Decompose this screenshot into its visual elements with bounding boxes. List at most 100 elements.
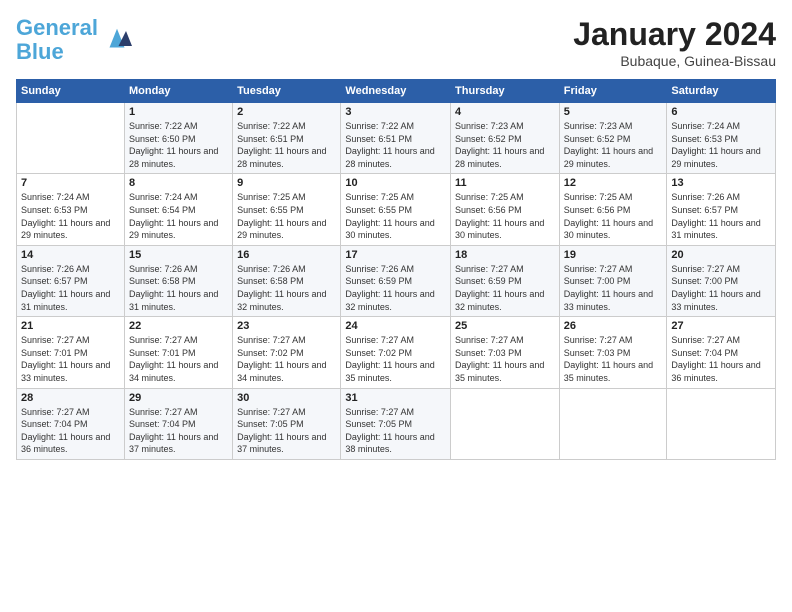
calendar-cell: 28Sunrise: 7:27 AMSunset: 7:04 PMDayligh… <box>17 388 125 459</box>
calendar-cell: 14 Sunrise: 7:26 AMSunset: 6:57 PMDayligh… <box>17 245 125 316</box>
day-number: 18 <box>455 249 555 261</box>
day-number: 21 <box>21 320 120 332</box>
day-info: Sunrise: 7:25 AMSunset: 6:56 PMDaylight:… <box>564 191 663 241</box>
header-wednesday: Wednesday <box>341 80 451 103</box>
day-number: 29 <box>129 392 228 404</box>
calendar-cell: 31 Sunrise: 7:27 AMSunset: 7:05 PMDayligh… <box>341 388 451 459</box>
calendar-cell: 11 Sunrise: 7:25 AMSunset: 6:56 PMDayligh… <box>451 174 560 245</box>
calendar-cell: 20 Sunrise: 7:27 AMSunset: 7:00 PMDayligh… <box>667 245 776 316</box>
day-info: Sunrise: 7:22 AMSunset: 6:51 PMDaylight:… <box>345 120 446 170</box>
day-info: Sunrise: 7:26 AMSunset: 6:57 PMDaylight:… <box>671 191 771 241</box>
calendar-cell: 17Sunrise: 7:26 AMSunset: 6:59 PMDayligh… <box>341 245 451 316</box>
calendar-cell: 15 Sunrise: 7:26 AMSunset: 6:58 PMDayligh… <box>124 245 232 316</box>
day-info: Sunrise: 7:27 AMSunset: 7:03 PMDaylight:… <box>564 334 663 384</box>
day-number: 23 <box>237 320 336 332</box>
day-number: 14 <box>21 249 120 261</box>
header-tuesday: Tuesday <box>233 80 341 103</box>
day-number: 24 <box>345 320 446 332</box>
day-number: 8 <box>129 177 228 189</box>
day-number: 31 <box>345 392 446 404</box>
day-info: Sunrise: 7:26 AMSunset: 6:58 PMDaylight:… <box>129 263 228 313</box>
day-info: Sunrise: 7:27 AMSunset: 6:59 PMDaylight:… <box>455 263 555 313</box>
calendar-cell <box>17 103 125 174</box>
day-info: Sunrise: 7:25 AMSunset: 6:55 PMDaylight:… <box>345 191 446 241</box>
calendar-cell: 23 Sunrise: 7:27 AMSunset: 7:02 PMDayligh… <box>233 317 341 388</box>
day-number: 15 <box>129 249 228 261</box>
calendar-table: Sunday Monday Tuesday Wednesday Thursday… <box>16 79 776 460</box>
header-sunday: Sunday <box>17 80 125 103</box>
calendar-cell: 25Sunrise: 7:27 AMSunset: 7:03 PMDayligh… <box>451 317 560 388</box>
day-number: 7 <box>21 177 120 189</box>
day-info: Sunrise: 7:27 AMSunset: 7:02 PMDaylight:… <box>237 334 336 384</box>
day-info: Sunrise: 7:27 AMSunset: 7:00 PMDaylight:… <box>671 263 771 313</box>
header: GeneralBlue January 2024 Bubaque, Guinea… <box>16 16 776 69</box>
day-number: 26 <box>564 320 663 332</box>
calendar-cell: 2 Sunrise: 7:22 AMSunset: 6:51 PMDaylight… <box>233 103 341 174</box>
calendar-cell: 1 Sunrise: 7:22 AMSunset: 6:50 PMDaylight… <box>124 103 232 174</box>
day-number: 6 <box>671 106 771 118</box>
calendar-week-row: 14 Sunrise: 7:26 AMSunset: 6:57 PMDayligh… <box>17 245 776 316</box>
day-number: 22 <box>129 320 228 332</box>
calendar-cell: 26 Sunrise: 7:27 AMSunset: 7:03 PMDayligh… <box>559 317 667 388</box>
day-info: Sunrise: 7:23 AMSunset: 6:52 PMDaylight:… <box>564 120 663 170</box>
logo-text: GeneralBlue <box>16 16 98 64</box>
calendar-cell: 13Sunrise: 7:26 AMSunset: 6:57 PMDayligh… <box>667 174 776 245</box>
day-number: 4 <box>455 106 555 118</box>
day-info: Sunrise: 7:27 AMSunset: 7:04 PMDaylight:… <box>129 406 228 456</box>
day-info: Sunrise: 7:27 AMSunset: 7:04 PMDaylight:… <box>21 406 120 456</box>
day-info: Sunrise: 7:25 AMSunset: 6:56 PMDaylight:… <box>455 191 555 241</box>
calendar-cell: 6 Sunrise: 7:24 AMSunset: 6:53 PMDaylight… <box>667 103 776 174</box>
header-friday: Friday <box>559 80 667 103</box>
calendar-cell: 21 Sunrise: 7:27 AMSunset: 7:01 PMDayligh… <box>17 317 125 388</box>
day-number: 25 <box>455 320 555 332</box>
month-year: January 2024 <box>573 16 776 53</box>
calendar-cell: 24Sunrise: 7:27 AMSunset: 7:02 PMDayligh… <box>341 317 451 388</box>
day-info: Sunrise: 7:22 AMSunset: 6:51 PMDaylight:… <box>237 120 336 170</box>
day-number: 10 <box>345 177 446 189</box>
calendar-cell: 4 Sunrise: 7:23 AMSunset: 6:52 PMDaylight… <box>451 103 560 174</box>
day-info: Sunrise: 7:22 AMSunset: 6:50 PMDaylight:… <box>129 120 228 170</box>
day-info: Sunrise: 7:24 AMSunset: 6:54 PMDaylight:… <box>129 191 228 241</box>
calendar-cell: 5 Sunrise: 7:23 AMSunset: 6:52 PMDaylight… <box>559 103 667 174</box>
calendar-cell: 29 Sunrise: 7:27 AMSunset: 7:04 PMDayligh… <box>124 388 232 459</box>
day-info: Sunrise: 7:27 AMSunset: 7:00 PMDaylight:… <box>564 263 663 313</box>
day-number: 11 <box>455 177 555 189</box>
calendar-cell: 27Sunrise: 7:27 AMSunset: 7:04 PMDayligh… <box>667 317 776 388</box>
day-info: Sunrise: 7:24 AMSunset: 6:53 PMDaylight:… <box>671 120 771 170</box>
day-info: Sunrise: 7:24 AMSunset: 6:53 PMDaylight:… <box>21 191 120 241</box>
day-number: 20 <box>671 249 771 261</box>
header-monday: Monday <box>124 80 232 103</box>
logo-icon <box>102 25 132 55</box>
day-number: 30 <box>237 392 336 404</box>
location: Bubaque, Guinea-Bissau <box>573 53 776 69</box>
day-info: Sunrise: 7:27 AMSunset: 7:05 PMDaylight:… <box>237 406 336 456</box>
day-number: 27 <box>671 320 771 332</box>
day-number: 5 <box>564 106 663 118</box>
calendar-cell <box>451 388 560 459</box>
day-number: 9 <box>237 177 336 189</box>
day-info: Sunrise: 7:26 AMSunset: 6:57 PMDaylight:… <box>21 263 120 313</box>
calendar-cell: 12Sunrise: 7:25 AMSunset: 6:56 PMDayligh… <box>559 174 667 245</box>
logo: GeneralBlue <box>16 16 132 64</box>
calendar-cell <box>559 388 667 459</box>
day-info: Sunrise: 7:26 AMSunset: 6:59 PMDaylight:… <box>345 263 446 313</box>
day-info: Sunrise: 7:27 AMSunset: 7:05 PMDaylight:… <box>345 406 446 456</box>
header-saturday: Saturday <box>667 80 776 103</box>
day-number: 1 <box>129 106 228 118</box>
day-number: 2 <box>237 106 336 118</box>
calendar-cell <box>667 388 776 459</box>
calendar-cell: 16Sunrise: 7:26 AMSunset: 6:58 PMDayligh… <box>233 245 341 316</box>
calendar-cell: 3Sunrise: 7:22 AMSunset: 6:51 PMDaylight… <box>341 103 451 174</box>
calendar-week-row: 1 Sunrise: 7:22 AMSunset: 6:50 PMDaylight… <box>17 103 776 174</box>
calendar-week-row: 7 Sunrise: 7:24 AMSunset: 6:53 PMDaylight… <box>17 174 776 245</box>
day-info: Sunrise: 7:27 AMSunset: 7:01 PMDaylight:… <box>129 334 228 384</box>
day-info: Sunrise: 7:25 AMSunset: 6:55 PMDaylight:… <box>237 191 336 241</box>
day-info: Sunrise: 7:26 AMSunset: 6:58 PMDaylight:… <box>237 263 336 313</box>
day-info: Sunrise: 7:27 AMSunset: 7:01 PMDaylight:… <box>21 334 120 384</box>
day-info: Sunrise: 7:23 AMSunset: 6:52 PMDaylight:… <box>455 120 555 170</box>
calendar-cell: 10 Sunrise: 7:25 AMSunset: 6:55 PMDayligh… <box>341 174 451 245</box>
calendar-cell: 22 Sunrise: 7:27 AMSunset: 7:01 PMDayligh… <box>124 317 232 388</box>
calendar-cell: 30 Sunrise: 7:27 AMSunset: 7:05 PMDayligh… <box>233 388 341 459</box>
calendar-cell: 19Sunrise: 7:27 AMSunset: 7:00 PMDayligh… <box>559 245 667 316</box>
calendar-cell: 7 Sunrise: 7:24 AMSunset: 6:53 PMDaylight… <box>17 174 125 245</box>
